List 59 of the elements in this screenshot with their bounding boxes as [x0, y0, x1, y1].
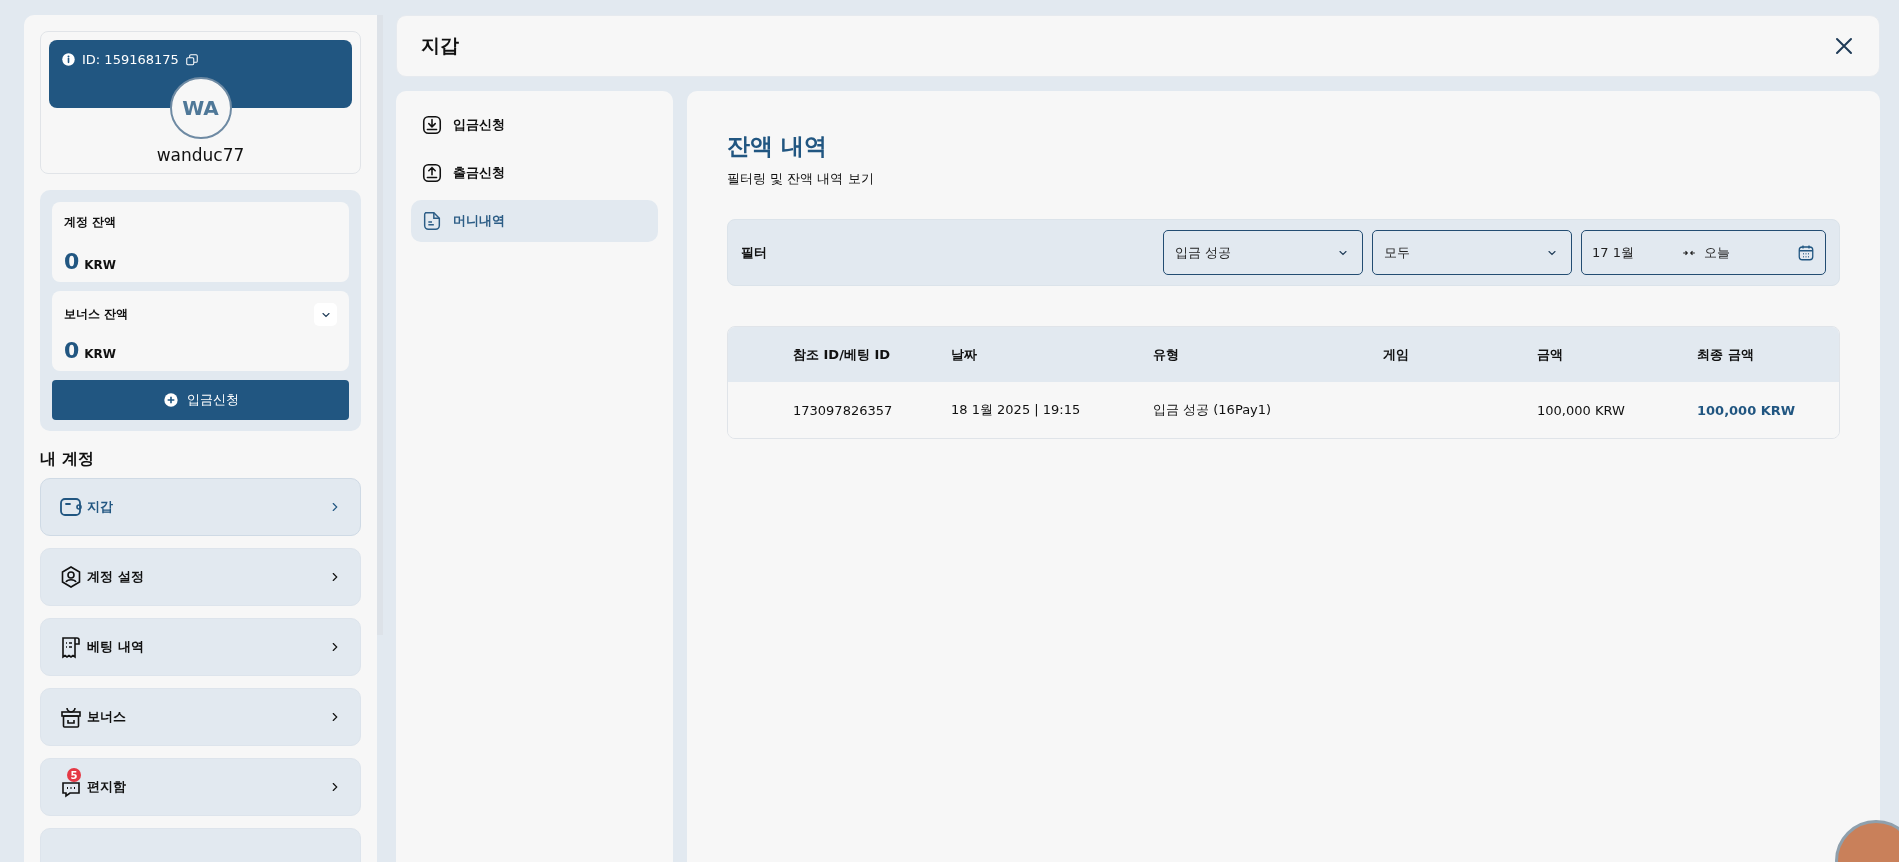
balance-amount: 0 [64, 249, 80, 274]
plus-icon [162, 392, 179, 408]
section-title: 잔액 내역 [727, 132, 828, 161]
table-cell-text: 100,000 KRW [1537, 402, 1626, 418]
receipt-icon [59, 635, 83, 659]
wallet-menu-label: 머니내역 [453, 212, 505, 230]
menu-item[interactable]: 지갑 [40, 478, 361, 536]
copy-icon[interactable] [184, 52, 199, 67]
table-cell-text: 입금 성공 (16Pay1) [1153, 401, 1273, 419]
section-subtitle: 필터링 및 잔액 내역 보기 [727, 170, 875, 188]
table-cell-text: 100,000 KRW [1697, 402, 1797, 418]
scrollbar[interactable] [377, 15, 383, 635]
column-header: 금액 [1537, 345, 1564, 364]
close-icon[interactable] [1835, 37, 1853, 55]
column-header: 날짜 [951, 345, 978, 364]
user-icon [59, 565, 83, 589]
menu-item-label: 편지함 [87, 778, 126, 796]
wallet-menu-item[interactable]: 입금신청 [411, 104, 658, 146]
menu-item[interactable]: 계정 설정 [40, 548, 361, 606]
column-header: 유형 [1153, 345, 1180, 364]
table-cell-text: 173097826357 [793, 402, 894, 418]
menu-item-label: 지갑 [87, 498, 113, 516]
balance-amount: 0 [64, 338, 80, 363]
page-title: 지갑 [421, 33, 459, 58]
filter-label: 필터 [741, 243, 767, 262]
balance-label: 계정 잔액 [64, 214, 117, 231]
download-icon [421, 114, 443, 136]
user-id: ID: 159168175 [82, 52, 179, 67]
column-header: 게임 [1383, 345, 1410, 364]
username: wanduc77 [156, 145, 245, 165]
wallet-menu-label: 출금신청 [453, 164, 505, 182]
expand-button[interactable] [314, 303, 337, 326]
info-icon [61, 52, 76, 67]
wallet-menu-label: 입금신청 [453, 116, 505, 134]
section-title: 내 계정 [40, 449, 95, 470]
menu-item[interactable]: 베팅 내역 [40, 618, 361, 676]
menu-item[interactable]: 보너스 [40, 688, 361, 746]
wallet-menu-item[interactable]: 머니내역 [411, 200, 658, 242]
menu-item[interactable]: 5 편지함 [40, 758, 361, 816]
document-icon [421, 210, 443, 232]
gift-icon [59, 705, 83, 729]
notification-badge: 5 [67, 768, 81, 782]
table-cell-text: 18 1월 2025 | 19:15 [951, 401, 1082, 419]
wallet-menu-item[interactable]: 출금신청 [411, 152, 658, 194]
deposit-button[interactable]: 입금신청 [52, 380, 349, 420]
select-dropdown[interactable]: 입금 성공 [1163, 230, 1363, 275]
currency-label: KRW [84, 347, 117, 361]
upload-icon [421, 162, 443, 184]
currency-label: KRW [84, 258, 117, 272]
menu-item-label: 베팅 내역 [87, 638, 144, 656]
calendar-icon[interactable] [1797, 243, 1815, 262]
menu-item-label: 보너스 [87, 708, 126, 726]
wallet-icon [59, 495, 83, 519]
column-header: 참조 ID/베팅 ID [793, 345, 892, 364]
date-range-picker[interactable]: 17 1월 오늘 [1581, 230, 1826, 275]
menu-item-label: 계정 설정 [87, 568, 144, 586]
balance-label: 보너스 잔액 [64, 306, 129, 323]
column-header: 최종 금액 [1697, 345, 1755, 364]
select-dropdown[interactable]: 모두 [1372, 230, 1572, 275]
